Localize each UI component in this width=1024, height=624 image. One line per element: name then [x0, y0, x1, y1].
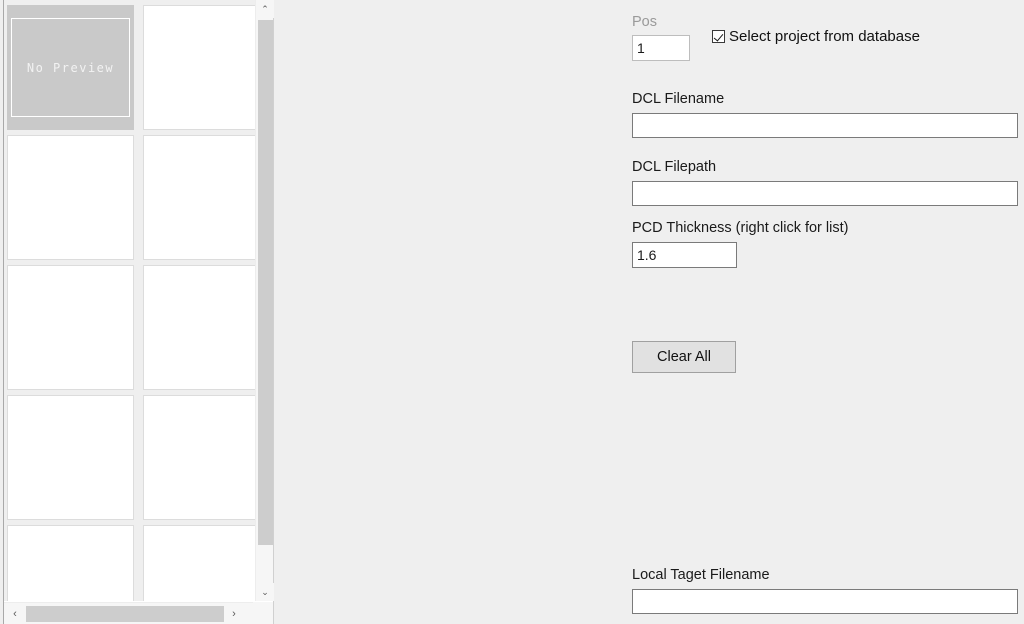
dcl-filename-group: DCL Filename	[632, 91, 1018, 139]
pos-label: Pos	[632, 14, 657, 30]
local-target-filename-group: Local Taget Filename	[632, 567, 1018, 615]
horizontal-scrollbar[interactable]: ‹ ›	[4, 602, 273, 624]
pcd-thickness-label: PCD Thickness (right click for list)	[632, 220, 849, 236]
thumbnail-cell[interactable]	[143, 5, 255, 130]
thumbnail-cell[interactable]	[143, 525, 255, 601]
pcd-thickness-group: PCD Thickness (right click for list)	[632, 220, 849, 269]
select-project-checkbox-row[interactable]: Select project from database	[712, 28, 920, 45]
project-form-panel: Pos Select project from database DCL Fil…	[632, 0, 1024, 624]
thumbnail-cell[interactable]	[7, 135, 134, 260]
thumbnail-cell[interactable]	[7, 395, 134, 520]
dcl-filename-label: DCL Filename	[632, 91, 725, 107]
thumbnail-scroll-area[interactable]: No Preview	[4, 0, 255, 601]
vertical-scrollbar-thumb[interactable]	[258, 20, 273, 545]
scroll-left-arrow-icon[interactable]: ‹	[5, 604, 25, 624]
pos-input[interactable]	[632, 35, 690, 62]
thumbnail-cell[interactable]	[143, 265, 255, 390]
thumbnail-browser-panel: No Preview ⌃ ⌄ ‹ ›	[0, 0, 274, 624]
local-target-filename-input[interactable]	[632, 589, 1018, 615]
scroll-right-arrow-icon[interactable]: ›	[224, 604, 244, 624]
thumbnail-cell[interactable]: No Preview	[7, 5, 134, 130]
pos-field-group: Pos	[632, 14, 690, 62]
dcl-filename-input[interactable]	[632, 113, 1018, 139]
panel-left-border	[3, 0, 4, 624]
no-preview-label: No Preview	[26, 60, 115, 75]
thumbnail-cell[interactable]	[7, 265, 134, 390]
thumbnail-selection-frame: No Preview	[11, 18, 130, 117]
pos-row: Pos	[632, 14, 690, 62]
checkmark-icon[interactable]	[712, 30, 725, 43]
dcl-filepath-group: DCL Filepath	[632, 159, 1018, 207]
pcd-thickness-input[interactable]	[632, 242, 737, 269]
clear-all-button[interactable]: Clear All	[632, 341, 736, 373]
vertical-scrollbar[interactable]: ⌃ ⌄	[255, 0, 274, 601]
select-project-label: Select project from database	[729, 28, 920, 45]
scroll-up-arrow-icon[interactable]: ⌃	[256, 0, 274, 18]
thumbnail-cell[interactable]	[143, 395, 255, 520]
scrollbar-corner	[253, 602, 273, 624]
thumbnail-cell[interactable]	[7, 525, 134, 601]
thumbnail-cell[interactable]	[143, 135, 255, 260]
dcl-filepath-label: DCL Filepath	[632, 159, 717, 175]
local-target-filename-label: Local Taget Filename	[632, 567, 770, 583]
application-window: No Preview ⌃ ⌄ ‹ › Pos Select project fr…	[0, 0, 1024, 624]
dcl-filepath-input[interactable]	[632, 181, 1018, 207]
horizontal-scrollbar-thumb[interactable]	[26, 606, 239, 622]
scroll-down-arrow-icon[interactable]: ⌄	[256, 583, 274, 601]
